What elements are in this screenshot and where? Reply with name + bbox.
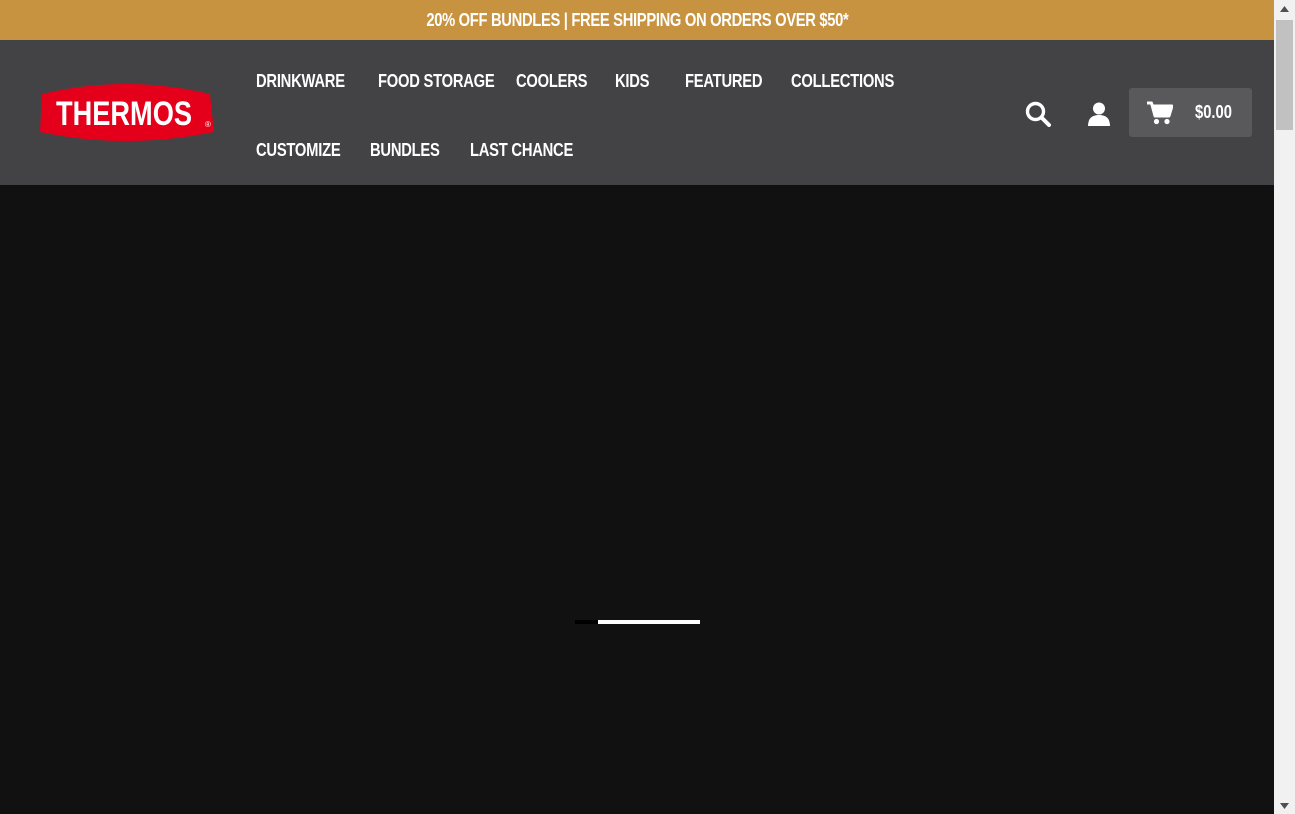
- page: 20% OFF BUNDLES | FREE SHIPPING ON ORDER…: [0, 0, 1274, 814]
- site-header: THERMOS ® DRINKWARE FOOD STORAGE COOLERS…: [0, 40, 1274, 185]
- promo-banner-text[interactable]: 20% OFF BUNDLES | FREE SHIPPING ON ORDER…: [426, 10, 848, 31]
- promo-banner[interactable]: 20% OFF BUNDLES | FREE SHIPPING ON ORDER…: [0, 0, 1274, 40]
- page-scrollbar[interactable]: [1274, 0, 1295, 814]
- nav-item-customize[interactable]: CUSTOMIZE: [256, 139, 341, 161]
- nav-item-drinkware[interactable]: DRINKWARE: [256, 70, 345, 92]
- cart-button[interactable]: $0.00: [1129, 88, 1252, 137]
- nav-item-bundles[interactable]: BUNDLES: [370, 139, 440, 161]
- cart-total: $0.00: [1195, 102, 1232, 122]
- user-icon: [1088, 102, 1110, 126]
- chevron-down-icon: [1280, 802, 1289, 809]
- scroll-up-button[interactable]: [1274, 0, 1295, 17]
- nav-item-kids[interactable]: KIDS: [615, 70, 650, 92]
- search-icon: [1025, 101, 1051, 127]
- search-button[interactable]: [1022, 98, 1054, 130]
- nav-item-coolers[interactable]: COOLERS: [516, 70, 588, 92]
- account-button[interactable]: [1084, 98, 1114, 130]
- hero-slider[interactable]: [0, 185, 1274, 814]
- scroll-down-button[interactable]: [1274, 797, 1295, 814]
- scroll-thumb[interactable]: [1276, 20, 1293, 130]
- nav-item-last-chance[interactable]: LAST CHANCE: [470, 139, 573, 161]
- logo-registered-mark: ®: [205, 120, 211, 129]
- nav-item-food-storage[interactable]: FOOD STORAGE: [378, 70, 495, 92]
- nav-item-featured[interactable]: FEATURED: [685, 70, 763, 92]
- slider-progress-fill: [597, 620, 700, 624]
- slider-progress-bar[interactable]: [575, 620, 700, 624]
- thermos-logo-mark: THERMOS ®: [40, 84, 214, 141]
- chevron-up-icon: [1280, 5, 1289, 12]
- logo-text: THERMOS: [56, 95, 192, 133]
- thermos-logo[interactable]: THERMOS ®: [38, 80, 214, 146]
- nav-item-collections[interactable]: COLLECTIONS: [791, 70, 894, 92]
- cart-icon: [1147, 101, 1173, 125]
